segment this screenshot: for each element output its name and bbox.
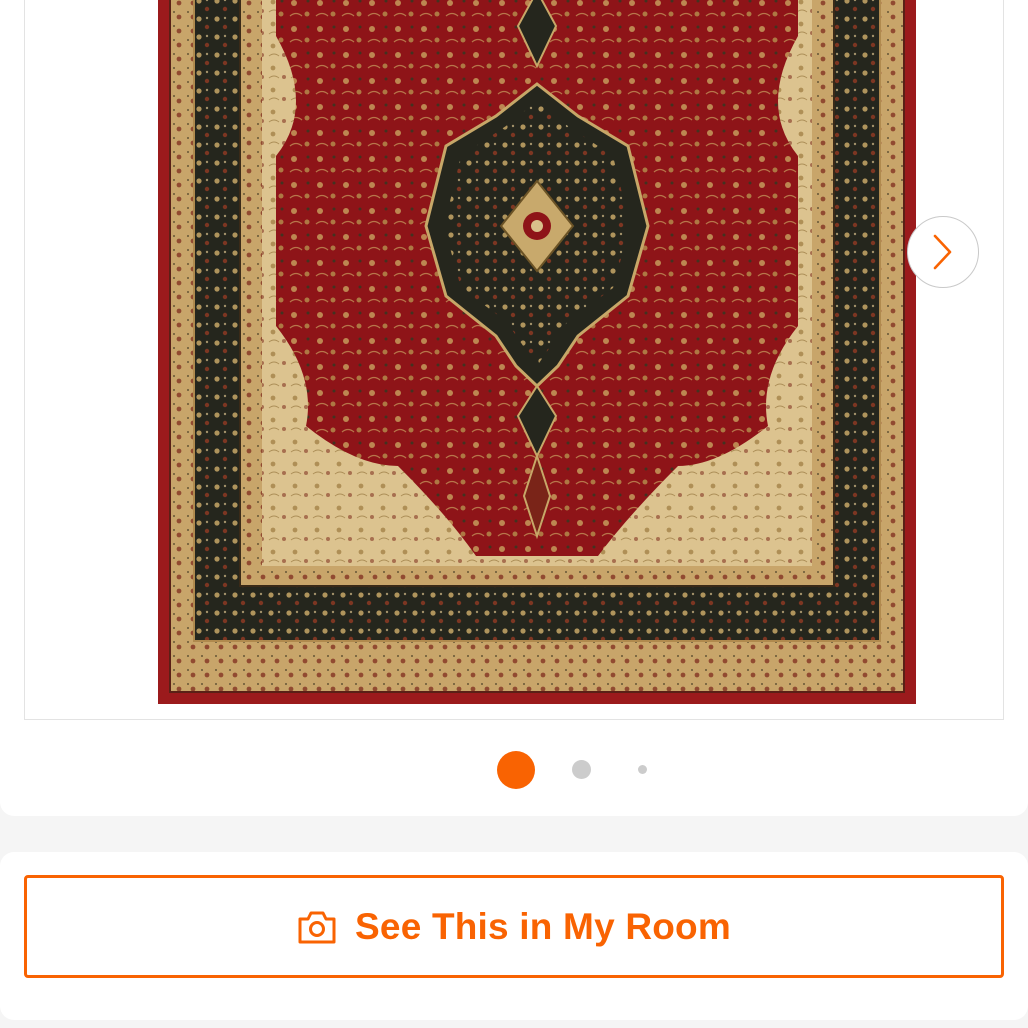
chevron-right-icon	[933, 234, 952, 270]
pagination-dot[interactable]	[638, 765, 647, 774]
product-image-frame	[24, 0, 1004, 720]
see-in-my-room-button[interactable]: See This in My Room	[24, 875, 1004, 978]
next-image-button[interactable]	[907, 216, 979, 288]
pagination-dot-active[interactable]	[497, 751, 535, 789]
actions-card: See This in My Room	[0, 852, 1028, 1020]
camera-icon	[297, 909, 337, 945]
product-gallery-card	[0, 0, 1028, 816]
pagination-dot[interactable]	[572, 760, 591, 779]
product-image[interactable]	[158, 0, 916, 704]
see-in-my-room-label: See This in My Room	[355, 905, 731, 947]
gallery-pagination	[0, 750, 1028, 790]
